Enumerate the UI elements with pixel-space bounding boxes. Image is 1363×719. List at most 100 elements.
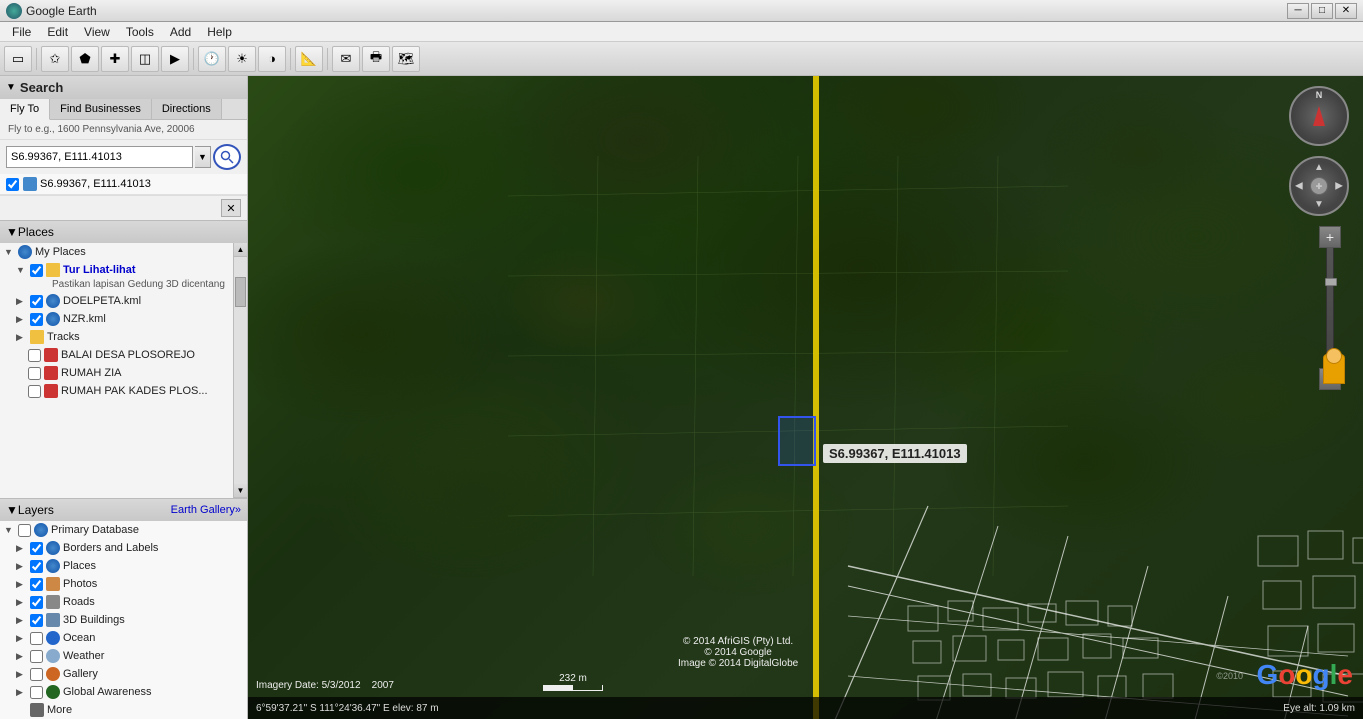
primary-checkbox[interactable] (18, 524, 31, 537)
layer-item-buildings[interactable]: ▶ 3D Buildings (0, 611, 247, 629)
toolbar-email-btn[interactable]: ✉ (332, 46, 360, 72)
search-close-button[interactable]: ✕ (221, 199, 241, 217)
balai-checkbox[interactable] (28, 349, 41, 362)
map-area[interactable]: S6.99367, E111.41013 N ▲ ▼ ◀ ▶ ✛ + (248, 76, 1363, 719)
photos-checkbox[interactable] (30, 578, 43, 591)
toolbar-maps-btn[interactable]: 🗺 (392, 46, 420, 72)
places-item-doelpeta[interactable]: ▶ DOELPETA.kml (0, 292, 233, 310)
search-header[interactable]: ▼ Search (0, 76, 247, 99)
layer-item-borders[interactable]: ▶ Borders and Labels (0, 539, 247, 557)
menu-edit[interactable]: Edit (39, 23, 76, 41)
awareness-checkbox[interactable] (30, 686, 43, 699)
ocean-checkbox[interactable] (30, 632, 43, 645)
rumah-pak-checkbox[interactable] (28, 385, 41, 398)
zoom-slider-thumb[interactable] (1325, 278, 1337, 286)
layer-item-primary[interactable]: ▼ Primary Database (0, 521, 247, 539)
layer-item-weather[interactable]: ▶ Weather (0, 647, 247, 665)
layer-item-more[interactable]: More (0, 701, 247, 719)
layers-header-left: ▼ Layers (6, 503, 54, 517)
minimize-button[interactable]: ─ (1287, 3, 1309, 19)
places-item-my-places[interactable]: ▼ My Places (0, 243, 233, 261)
places-header[interactable]: ▼ Places (0, 221, 247, 243)
pan-right-icon[interactable]: ▶ (1335, 181, 1343, 192)
result-checkbox[interactable] (6, 178, 19, 191)
pan-up-icon[interactable]: ▲ (1314, 162, 1324, 173)
folder-icon (46, 263, 60, 277)
search-arrow-icon: ▼ (6, 82, 16, 93)
toolbar-polygon-btn[interactable]: ⬟ (71, 46, 99, 72)
layer-label-buildings: 3D Buildings (63, 614, 125, 626)
places-item-nzr[interactable]: ▶ NZR.kml (0, 310, 233, 328)
tur-checkbox[interactable] (30, 264, 43, 277)
search-go-button[interactable] (213, 144, 241, 170)
places-label-tur: Tur Lihat-lihat (63, 264, 136, 276)
gallery-checkbox[interactable] (30, 668, 43, 681)
buildings-checkbox[interactable] (30, 614, 43, 627)
rumah-zia-checkbox[interactable] (28, 367, 41, 380)
search-input[interactable] (6, 146, 193, 168)
compass-ring[interactable]: N (1289, 86, 1349, 146)
tab-fly-to[interactable]: Fly To (0, 99, 50, 120)
search-result-item[interactable]: S6.99367, E111.41013 (0, 174, 247, 195)
toolbar-print-btn[interactable]: 🖶 (362, 46, 390, 72)
pan-ring: ▲ ▼ ◀ ▶ ✛ (1289, 156, 1349, 216)
window-controls: ─ □ ✕ (1287, 3, 1357, 19)
borders-checkbox[interactable] (30, 542, 43, 555)
pegman-icon[interactable] (1323, 354, 1345, 384)
expander-icon: ▶ (16, 669, 28, 680)
places-label-my-places: My Places (35, 246, 86, 258)
expander-icon: ▶ (16, 561, 28, 572)
toolbar-sun-btn[interactable]: ☀ (228, 46, 256, 72)
tab-directions[interactable]: Directions (152, 99, 222, 119)
doelpeta-checkbox[interactable] (30, 295, 43, 308)
places-item-rumah-zia[interactable]: RUMAH ZIA (0, 364, 233, 382)
places-layer-checkbox[interactable] (30, 560, 43, 573)
expander-icon: ▼ (4, 247, 16, 257)
search-title: Search (20, 80, 63, 95)
main-layout: ▼ Search Fly To Find Businesses Directio… (0, 76, 1363, 719)
toolbar-placemark-btn[interactable]: ✩ (41, 46, 69, 72)
maximize-button[interactable]: □ (1311, 3, 1333, 19)
layer-item-ocean[interactable]: ▶ Ocean (0, 629, 247, 647)
earth-gallery-button[interactable]: Earth Gallery » (171, 504, 241, 516)
search-dropdown-btn[interactable]: ▼ (195, 146, 211, 168)
pan-down-icon[interactable]: ▼ (1314, 199, 1324, 210)
toolbar-overlay-btn[interactable]: ◫ (131, 46, 159, 72)
menu-file[interactable]: File (4, 23, 39, 41)
toolbar-sidebar-btn[interactable]: ▭ (4, 46, 32, 72)
places-item-balai[interactable]: BALAI DESA PLOSOREJO (0, 346, 233, 364)
places-item-rumah-pak[interactable]: RUMAH PAK KADES PLOS... (0, 382, 233, 400)
toolbar-measure-btn[interactable]: 📐 (295, 46, 323, 72)
layer-item-gallery[interactable]: ▶ Gallery (0, 665, 247, 683)
toolbar-path-btn[interactable]: ✚ (101, 46, 129, 72)
layer-item-photos[interactable]: ▶ Photos (0, 575, 247, 593)
toolbar-tour-btn[interactable]: ▶ (161, 46, 189, 72)
layer-item-roads[interactable]: ▶ Roads (0, 593, 247, 611)
pan-center-btn[interactable]: ✛ (1310, 177, 1328, 195)
scroll-thumb[interactable] (235, 277, 246, 307)
close-button[interactable]: ✕ (1335, 3, 1357, 19)
eye-alt-display: Eye alt: 1.09 km (1283, 703, 1355, 714)
scroll-up-btn[interactable]: ▲ (234, 243, 247, 257)
places-item-tur[interactable]: ▼ Tur Lihat-lihat (0, 261, 233, 279)
places-item-tracks[interactable]: ▶ Tracks (0, 328, 233, 346)
places-label-nzr: NZR.kml (63, 313, 106, 325)
layer-item-places[interactable]: ▶ Places (0, 557, 247, 575)
toolbar-historical-btn[interactable]: 🕐 (198, 46, 226, 72)
nav-compass[interactable]: N (1289, 86, 1349, 146)
tab-find-businesses[interactable]: Find Businesses (50, 99, 152, 119)
roads-checkbox[interactable] (30, 596, 43, 609)
menu-help[interactable]: Help (199, 23, 240, 41)
scroll-down-btn[interactable]: ▼ (234, 484, 247, 498)
menu-tools[interactable]: Tools (118, 23, 162, 41)
zoom-in-button[interactable]: + (1319, 226, 1341, 248)
toolbar-sky-btn[interactable]: ◑ (258, 46, 286, 72)
weather-checkbox[interactable] (30, 650, 43, 663)
pan-left-icon[interactable]: ◀ (1295, 181, 1303, 192)
layers-header[interactable]: ▼ Layers Earth Gallery » (0, 499, 247, 521)
menu-add[interactable]: Add (162, 23, 199, 41)
menu-view[interactable]: View (76, 23, 118, 41)
layer-item-awareness[interactable]: ▶ Global Awareness (0, 683, 247, 701)
pan-control[interactable]: ▲ ▼ ◀ ▶ ✛ (1289, 156, 1349, 216)
nzr-checkbox[interactable] (30, 313, 43, 326)
